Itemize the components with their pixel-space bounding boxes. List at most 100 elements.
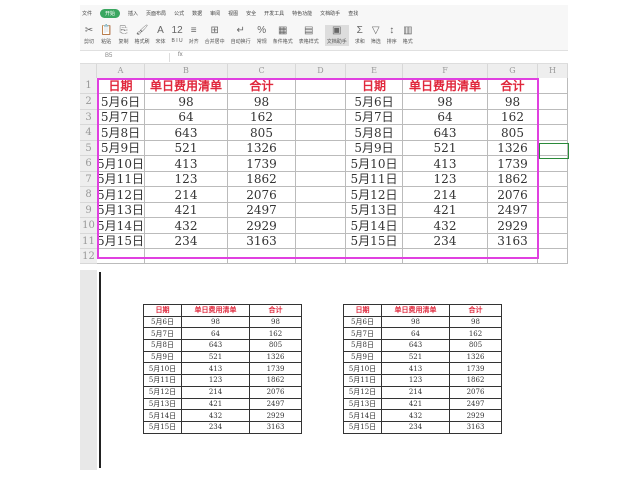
column-header-A[interactable]: A: [97, 64, 145, 78]
tab-5[interactable]: 数据: [192, 10, 202, 17]
cell[interactable]: 1862: [488, 172, 538, 187]
cell[interactable]: 98: [403, 94, 488, 110]
cell[interactable]: 432: [403, 218, 488, 234]
cell[interactable]: 单日费用清单: [145, 78, 228, 94]
cell[interactable]: 421: [403, 203, 488, 218]
cell[interactable]: [538, 249, 568, 264]
cell[interactable]: 5月8日: [97, 125, 145, 141]
cell[interactable]: 5月14日: [346, 218, 403, 234]
row-header-8[interactable]: 8: [80, 187, 97, 203]
fx-icon[interactable]: fx: [178, 52, 183, 58]
cell[interactable]: 5月15日: [97, 234, 145, 249]
cell[interactable]: [538, 187, 568, 203]
row-header-2[interactable]: 2: [80, 94, 97, 110]
cell[interactable]: 1326: [228, 141, 296, 156]
active-cell[interactable]: [539, 143, 569, 159]
cell[interactable]: 162: [228, 110, 296, 125]
cell[interactable]: [145, 249, 228, 264]
toolbar-button[interactable]: 📋 粘贴: [100, 25, 112, 45]
row-header-6[interactable]: 6: [80, 156, 97, 172]
tab-1[interactable]: 开始: [100, 8, 121, 18]
cell[interactable]: [346, 249, 403, 264]
toolbar-button[interactable]: ▣ 文档助手: [324, 24, 349, 46]
row-header-1[interactable]: 1: [80, 78, 97, 94]
name-box[interactable]: B5: [90, 53, 170, 62]
cell[interactable]: 3163: [228, 234, 296, 249]
cell[interactable]: 521: [145, 141, 228, 156]
cell[interactable]: 5月12日: [97, 187, 145, 203]
cell[interactable]: [296, 78, 346, 94]
cell[interactable]: 日期: [97, 78, 145, 94]
cell[interactable]: 合计: [488, 78, 538, 94]
tab-8[interactable]: 安全: [246, 10, 256, 17]
cell[interactable]: 日期: [346, 78, 403, 94]
cell[interactable]: 3163: [488, 234, 538, 249]
cell[interactable]: 5月10日: [97, 156, 145, 172]
cell[interactable]: 413: [403, 156, 488, 172]
cell[interactable]: [296, 218, 346, 234]
cell[interactable]: 123: [403, 172, 488, 187]
row-header-3[interactable]: 3: [80, 110, 97, 125]
cell[interactable]: 单日费用清单: [403, 78, 488, 94]
column-header-H[interactable]: H: [538, 64, 568, 78]
column-header-C[interactable]: C: [228, 64, 296, 78]
tab-7[interactable]: 视图: [228, 10, 238, 17]
tab-9[interactable]: 开发工具: [264, 10, 284, 17]
cell[interactable]: [296, 141, 346, 156]
cell[interactable]: [538, 234, 568, 249]
toolbar-button[interactable]: A 宋体: [156, 25, 166, 45]
cell[interactable]: 5月14日: [97, 218, 145, 234]
cell[interactable]: [97, 249, 145, 264]
toolbar-button[interactable]: ✂ 剪切: [84, 25, 94, 45]
toolbar-button[interactable]: Σ 求和: [355, 25, 365, 45]
toolbar-button[interactable]: ▦ 条件格式: [273, 25, 293, 45]
tab-10[interactable]: 特色功能: [292, 10, 312, 17]
cell[interactable]: 413: [145, 156, 228, 172]
cell[interactable]: [538, 110, 568, 125]
cell[interactable]: 805: [228, 125, 296, 141]
cell[interactable]: [296, 156, 346, 172]
cell[interactable]: 98: [228, 94, 296, 110]
row-header-11[interactable]: 11: [80, 234, 97, 249]
cell[interactable]: 214: [145, 187, 228, 203]
cell[interactable]: 2929: [228, 218, 296, 234]
column-header-E[interactable]: E: [346, 64, 403, 78]
cell[interactable]: 234: [403, 234, 488, 249]
spreadsheet-grid[interactable]: A B C D E F G H 1 2 3 4 5 6 7 8 9 10 11 12 日期 单日费用清单 合计 日期 单日费用清…: [80, 64, 569, 266]
tab-6[interactable]: 审阅: [210, 10, 220, 17]
tab-11[interactable]: 文档助手: [320, 10, 340, 17]
column-header-F[interactable]: F: [403, 64, 488, 78]
cell[interactable]: [296, 125, 346, 141]
cell[interactable]: 5月12日: [346, 187, 403, 203]
cell[interactable]: 643: [145, 125, 228, 141]
toolbar-button[interactable]: ≡ 对齐: [189, 25, 199, 45]
cell[interactable]: 643: [403, 125, 488, 141]
cell[interactable]: 5月11日: [346, 172, 403, 187]
row-header-9[interactable]: 9: [80, 203, 97, 218]
cell[interactable]: 5月6日: [97, 94, 145, 110]
cell[interactable]: [296, 110, 346, 125]
cell[interactable]: [488, 249, 538, 264]
row-header-10[interactable]: 10: [80, 218, 97, 234]
cell[interactable]: 64: [403, 110, 488, 125]
cell[interactable]: 64: [145, 110, 228, 125]
column-header-G[interactable]: G: [488, 64, 538, 78]
tab-3[interactable]: 页面布局: [146, 10, 166, 17]
cell[interactable]: 5月15日: [346, 234, 403, 249]
cell[interactable]: 5月7日: [346, 110, 403, 125]
cell[interactable]: [296, 94, 346, 110]
cell[interactable]: 合计: [228, 78, 296, 94]
cell[interactable]: 5月13日: [97, 203, 145, 218]
cell[interactable]: 162: [488, 110, 538, 125]
tab-12[interactable]: 查找: [348, 10, 358, 17]
toolbar-button[interactable]: 12 B I U: [172, 26, 183, 45]
cell[interactable]: [538, 78, 568, 94]
cell[interactable]: [538, 172, 568, 187]
cell[interactable]: 2497: [228, 203, 296, 218]
row-header-7[interactable]: 7: [80, 172, 97, 187]
cell[interactable]: 1326: [488, 141, 538, 156]
cell[interactable]: 5月9日: [346, 141, 403, 156]
cell[interactable]: 5月6日: [346, 94, 403, 110]
row-header-12[interactable]: 12: [80, 249, 97, 264]
cell[interactable]: 123: [145, 172, 228, 187]
